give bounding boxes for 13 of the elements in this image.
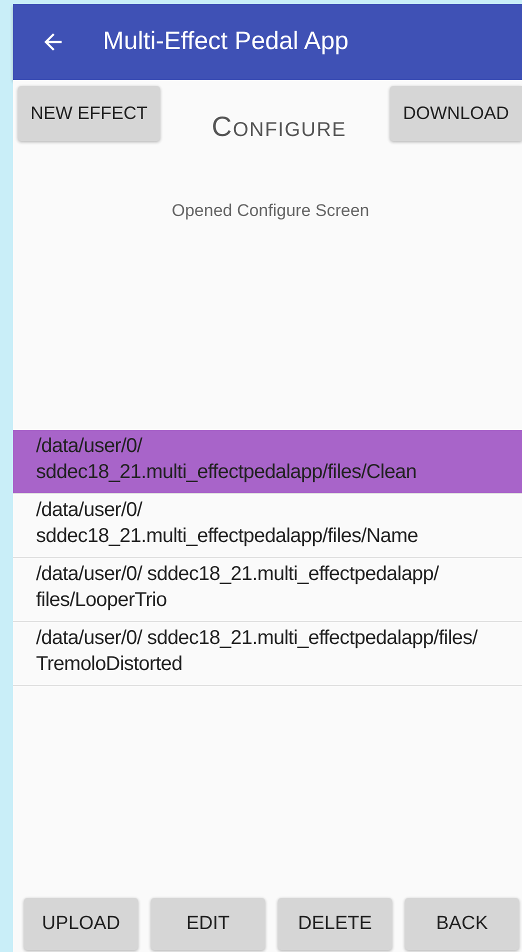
status-message: Opened Configure Screen [172, 200, 370, 222]
file-list-item[interactable]: /data/user/0/ sddec18_21.multi_effectpedalapp/files/ TremoloDistorted [13, 622, 522, 686]
new-effect-button[interactable]: NEW EFFECT [18, 86, 160, 141]
back-button[interactable]: BACK [405, 898, 519, 950]
app-title: Multi-Effect Pedal App [103, 26, 349, 58]
upload-button[interactable]: UPLOAD [24, 898, 138, 950]
edit-button[interactable]: EDIT [151, 898, 265, 950]
delete-button[interactable]: DELETE [278, 898, 392, 950]
file-list-item[interactable]: /data/user/0/ sddec18_21.multi_effectpedalapp/files/Clean [13, 430, 522, 494]
screen-heading: Configure [212, 110, 346, 144]
file-list-item[interactable]: /data/user/0/ sddec18_21.multi_effectpedalapp/ files/LooperTrio [13, 558, 522, 622]
download-button[interactable]: DOWNLOAD [390, 86, 522, 141]
file-list-item[interactable]: /data/user/0/ sddec18_21.multi_effectpedalapp/files/Name [13, 494, 522, 558]
